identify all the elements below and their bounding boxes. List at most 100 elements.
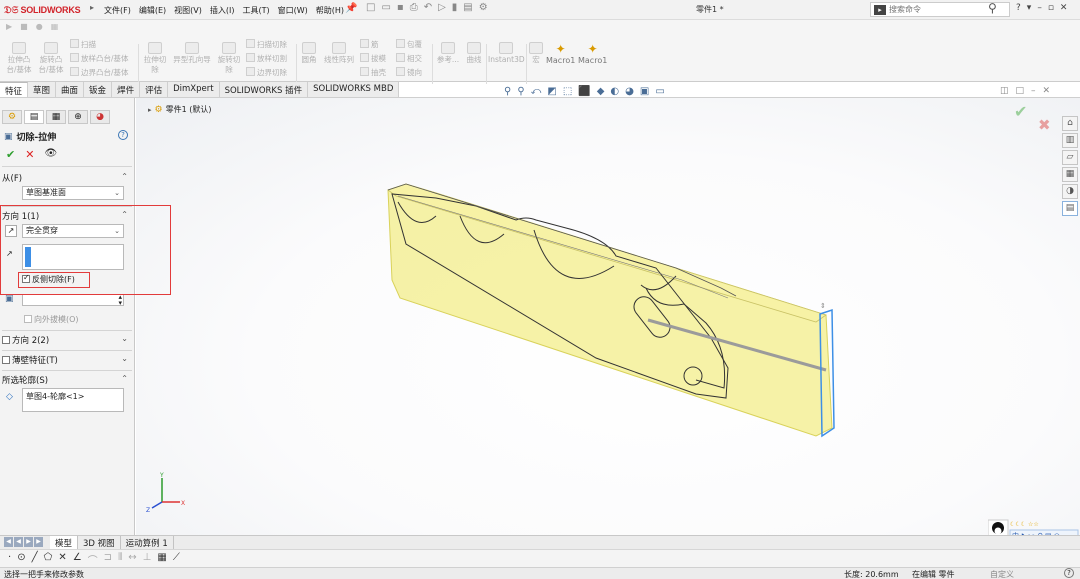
confirm-cancel-icon[interactable]: ✖ [1038,116,1051,134]
selected-contours-list[interactable]: 草图4-轮廓<1> [22,388,124,412]
confirm-ok-icon[interactable]: ✔ [1014,102,1027,121]
contour-item[interactable]: 草图4-轮廓<1> [26,392,84,401]
status-help-icon[interactable]: ? [1064,568,1074,578]
macro1-button-b[interactable]: ✦ Macro1 [578,42,607,65]
boundary-cut-button[interactable]: 边界切除 [246,66,287,80]
display-style-icon[interactable]: ◆ [597,86,605,97]
mirror-button[interactable]: 镜向 [396,66,422,80]
new-icon[interactable]: □ [366,2,375,13]
hide-show-icon[interactable]: ◐ [610,86,619,97]
spin-arrows-icon[interactable]: ▴ ▾ [118,294,122,307]
stop-icon[interactable]: ■ [20,22,28,31]
design-library-icon[interactable]: ▥ [1062,133,1078,148]
collapse-icon[interactable]: ⌃ [121,172,128,181]
from-header[interactable]: 从(F) ⌃ [2,172,132,184]
expand-arrow-icon[interactable]: ▸ [148,106,152,114]
intersect-button[interactable]: 相交 [396,52,422,66]
view-orientation-icon[interactable]: ⬛ [578,86,590,97]
instant3d-button[interactable]: Instant3D [488,42,525,65]
extrude-boss-button[interactable]: 拉伸凸台/基体 [4,42,34,75]
rebuild-icon[interactable]: ▮ [452,2,458,13]
smart-dimension-icon[interactable]: ↔ [128,552,136,567]
solidworks-logo[interactable]: 𝔇𝔖 SOLIDWORKS [4,3,88,17]
prev-tab-icon[interactable]: ◀ [14,537,23,547]
offset-icon[interactable]: ⊐ [104,552,112,567]
select-icon[interactable]: ▷ [438,2,446,13]
macro-button[interactable]: 宏 [528,42,544,65]
menu-edit[interactable]: 编辑(E) [135,5,170,16]
draft-button[interactable]: 拔模 [360,52,386,66]
polygon-icon[interactable]: ⬠ [44,552,53,567]
fillet-button[interactable]: 圆角 [298,42,320,65]
graphics-area[interactable]: ⇕ [136,98,1080,535]
collapse-icon[interactable]: ⌃ [121,374,128,383]
apply-scene-icon[interactable]: ▣ [640,86,649,97]
last-tab-icon[interactable]: ▶ [34,537,43,547]
angle-icon[interactable]: ∠ [73,552,82,567]
viewport-close-icon[interactable]: ✕ [1043,86,1051,96]
relations-icon[interactable]: ⊥ [143,552,152,567]
help-question-icon[interactable]: ? [1016,3,1021,13]
tab-addins[interactable]: SOLIDWORKS 插件 [219,82,309,98]
menu-file[interactable]: 文件(F) [100,5,135,16]
linear-pattern-button[interactable]: 线性阵列 [322,42,356,65]
selected-contours-header[interactable]: 所选轮廓(S) ⌃ [2,374,132,386]
zoom-area-icon[interactable]: ⚲ [517,86,524,97]
file-explorer-icon[interactable]: ▱ [1062,150,1078,165]
tab-features[interactable]: 特征 [0,82,29,98]
menu-window[interactable]: 窗口(W) [274,5,312,16]
print-icon[interactable]: ⎙ [410,2,418,13]
units-selector[interactable]: 自定义 [990,569,1014,579]
tab-weldments[interactable]: 焊件 [112,82,141,98]
circle-icon[interactable]: ⊙ [17,552,25,567]
view-settings-icon[interactable]: ▭ [655,86,664,97]
direction2-checkbox[interactable] [2,336,10,344]
options-gear-icon[interactable]: ⚙ [479,2,488,13]
section-view-icon[interactable]: ◩ [547,86,556,97]
minimize-icon[interactable]: – [1037,3,1042,13]
draft-angle-input[interactable]: ▴ ▾ [22,294,124,307]
tab-mbd[interactable]: SOLIDWORKS MBD [308,82,400,98]
handle-marker-icon[interactable]: ⇕ [820,302,826,310]
tab-sheet-metal[interactable]: 钣金 [84,82,113,98]
thin-feature-header[interactable]: 薄壁特征(T) ⌄ [2,354,132,366]
edit-appearance-icon[interactable]: ◕ [625,86,634,97]
expand-icon[interactable]: ⌄ [121,354,128,363]
curves-button[interactable]: 曲线 [462,42,486,65]
zoom-to-fit-icon[interactable]: ⚲ [504,86,511,97]
direction2-header[interactable]: 方向 2(2) ⌄ [2,334,132,346]
play-icon[interactable]: ▶ [6,22,12,31]
restore-icon[interactable]: ▫ [1048,3,1054,13]
tab-surfaces[interactable]: 曲面 [56,82,85,98]
grid-icon[interactable]: ▦ [157,552,166,567]
viewport-maximize-icon[interactable]: □ [1016,86,1025,96]
from-start-condition-select[interactable]: 草图基准面 ⌄ [22,186,124,200]
dynamic-annotation-icon[interactable]: ⬚ [563,86,572,97]
help-icon[interactable]: ? [118,130,128,140]
menu-insert[interactable]: 插入(I) [206,5,239,16]
trim-icon[interactable]: ✕ [58,552,66,567]
close-icon[interactable]: ✕ [1060,3,1068,13]
wrap-button[interactable]: 包覆 [396,38,422,52]
file-properties-icon[interactable]: ▤ [463,2,472,13]
sketch-fillet-icon[interactable]: ⌒ [88,552,98,567]
mirror-entities-icon[interactable]: ⫴ [118,552,122,567]
reference-geometry-button[interactable]: 参考... [434,42,462,65]
expand-menu-icon[interactable]: ▸ [90,3,94,12]
draft-outward-checkbox[interactable]: 向外拔模(O) [24,314,79,325]
loft-button[interactable]: 放样凸台/基体 [70,52,129,66]
tab-dimxpert[interactable]: DimXpert [168,82,220,98]
display-manager-tab-icon[interactable]: ◕ [90,110,110,124]
open-icon[interactable]: ▭ [381,2,390,13]
cancel-button[interactable]: ✕ [25,148,34,161]
feature-manager-tab-icon[interactable]: ⚙ [2,110,22,124]
expand-icon[interactable]: ⌄ [121,334,128,343]
ok-button[interactable]: ✔ [6,148,15,161]
search-input[interactable] [889,5,985,14]
custom-properties-icon[interactable]: ▤ [1062,201,1078,216]
extruded-cut-button[interactable]: 拉伸切除 [142,42,168,75]
shell-button[interactable]: 抽壳 [360,66,386,80]
swept-cut-button[interactable]: 扫描切除 [246,38,287,52]
hole-wizard-button[interactable]: 异型孔向导 [170,42,214,65]
tab-evaluate[interactable]: 评估 [140,82,169,98]
